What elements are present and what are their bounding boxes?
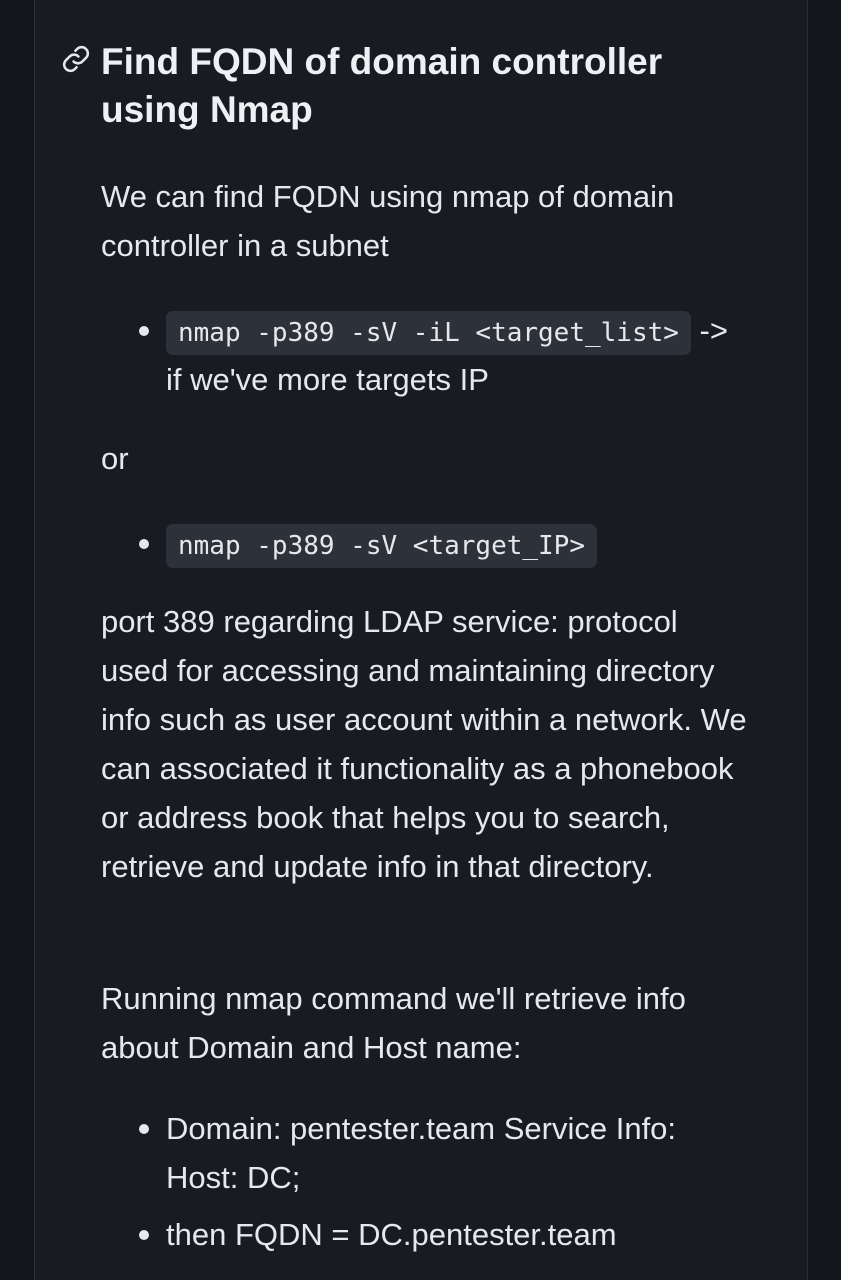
bullet-dot [139, 326, 149, 336]
list-item-text: Domain: pentester.team Service Info: Hos… [166, 1111, 677, 1195]
code-snippet[interactable]: nmap -p389 -sV -iL <target_list> [166, 311, 691, 355]
link-icon[interactable] [61, 44, 91, 74]
command-list-1: nmap -p389 -sV -iL <target_list> -> if w… [101, 306, 751, 404]
command-list-2: nmap -p389 -sV <target_IP> [101, 519, 751, 568]
code-snippet[interactable]: nmap -p389 -sV <target_IP> [166, 524, 597, 568]
list-item: nmap -p389 -sV <target_IP> [101, 519, 751, 568]
page: Find FQDN of domain controller using Nma… [0, 0, 841, 1280]
list-item: then FQDN = DC.pentester.team [101, 1210, 751, 1259]
or-text: or [101, 441, 129, 476]
result-list: Domain: pentester.team Service Info: Hos… [101, 1104, 751, 1259]
bullet-dot [139, 1230, 149, 1240]
ldap-paragraph: port 389 regarding LDAP service: protoco… [101, 604, 747, 884]
article-panel: Find FQDN of domain controller using Nma… [34, 0, 808, 1280]
intro-paragraph: We can find FQDN using nmap of domain co… [101, 179, 675, 263]
bullet-dot [139, 1124, 149, 1134]
list-item: nmap -p389 -sV -iL <target_list> -> if w… [101, 306, 751, 404]
running-paragraph: Running nmap command we'll retrieve info… [101, 981, 686, 1065]
list-item: Domain: pentester.team Service Info: Hos… [101, 1104, 726, 1202]
list-item-text: then FQDN = DC.pentester.team [166, 1217, 617, 1252]
section-heading: Find FQDN of domain controller using Nma… [101, 41, 663, 130]
bullet-dot [139, 539, 149, 549]
